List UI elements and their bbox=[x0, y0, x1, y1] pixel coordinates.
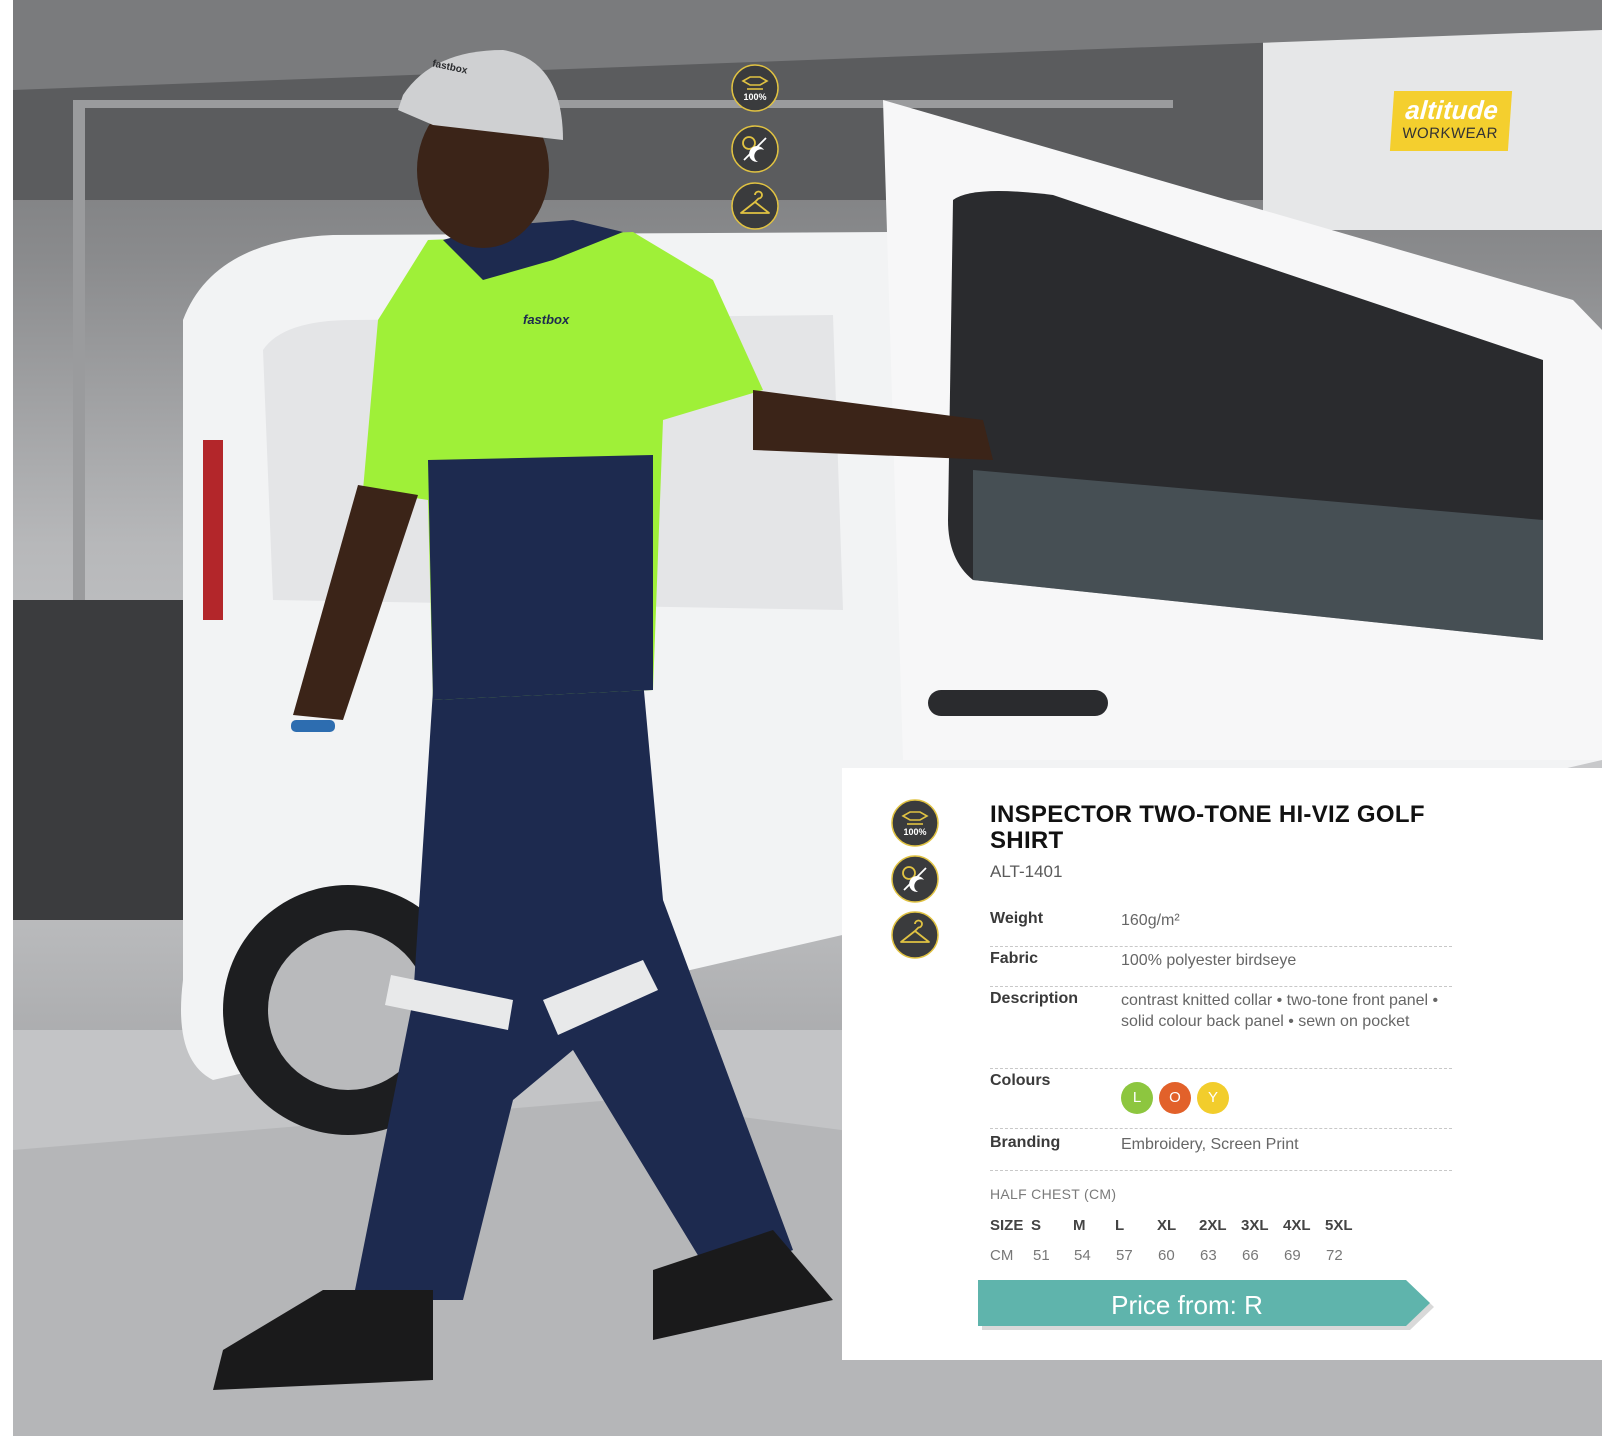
logo-wordmark: altitude bbox=[1404, 95, 1500, 125]
fabric-percent-label: 100% bbox=[903, 827, 927, 837]
wristband bbox=[291, 720, 335, 732]
fabric-percent-label: 100% bbox=[743, 92, 767, 102]
size-name: S bbox=[1031, 1217, 1042, 1234]
cm-label: CM bbox=[990, 1247, 1014, 1264]
spec-label: Weight bbox=[990, 910, 1044, 927]
sun-moon-icon bbox=[890, 854, 940, 904]
size-name: 2XL bbox=[1199, 1217, 1227, 1234]
product-spec-panel: 100% INSPECTOR TWO-TONE HI-VIZ GOLF SHIR… bbox=[842, 768, 1602, 1360]
colour-swatch-lime[interactable]: L bbox=[1121, 1082, 1153, 1114]
cm-value: 51 bbox=[1033, 1247, 1050, 1264]
size-name: 3XL bbox=[1241, 1217, 1269, 1234]
spec-label: Description bbox=[990, 990, 1079, 1007]
colour-swatch-yellow[interactable]: Y bbox=[1197, 1082, 1229, 1114]
cm-value: 72 bbox=[1326, 1247, 1343, 1264]
spec-value: Embroidery, Screen Print bbox=[1121, 1136, 1299, 1153]
size-name: M bbox=[1073, 1217, 1086, 1234]
spec-row-weight: Weight 160g/m² bbox=[990, 910, 1452, 947]
price-label: Price from: R bbox=[1111, 1290, 1263, 1320]
cm-value: 60 bbox=[1158, 1247, 1175, 1264]
product-title: INSPECTOR TWO-TONE HI-VIZ GOLF SHIRT bbox=[990, 801, 1425, 854]
drain-pipe-vertical bbox=[73, 100, 85, 600]
logo-subtitle: WORKWEAR bbox=[1401, 125, 1499, 142]
size-header-label: SIZE bbox=[990, 1217, 1024, 1234]
altitude-workwear-logo: altitude WORKWEAR bbox=[1389, 91, 1513, 151]
spec-label: Branding bbox=[990, 1134, 1061, 1151]
hanger-icon bbox=[730, 181, 780, 231]
colour-swatches: LOY bbox=[1121, 1082, 1235, 1114]
spec-row-description: Description contrast knitted collar • tw… bbox=[990, 990, 1452, 1069]
size-chart-caption: HALF CHEST (CM) bbox=[990, 1186, 1117, 1202]
size-name: L bbox=[1115, 1217, 1125, 1234]
van-tail-light bbox=[203, 440, 223, 620]
cm-value: 57 bbox=[1116, 1247, 1133, 1264]
product-code: ALT-1401 bbox=[990, 862, 1063, 881]
spec-value: 160g/m² bbox=[1121, 912, 1180, 929]
spec-value: contrast knitted collar • two-tone front… bbox=[1121, 992, 1439, 1030]
colour-swatch-orange[interactable]: O bbox=[1159, 1082, 1191, 1114]
cm-value: 54 bbox=[1074, 1247, 1091, 1264]
cm-value: 66 bbox=[1242, 1247, 1259, 1264]
sun-moon-icon bbox=[730, 124, 780, 174]
door-handle bbox=[928, 690, 1108, 716]
spec-value: 100% polyester birdseye bbox=[1121, 952, 1297, 969]
size-name: XL bbox=[1157, 1217, 1177, 1234]
photo-feature-icons: 100% bbox=[730, 63, 780, 235]
spec-row-colours: Colours LOY bbox=[990, 1072, 1452, 1129]
spec-row-fabric: Fabric 100% polyester birdseye bbox=[990, 950, 1452, 987]
hanger-icon bbox=[890, 910, 940, 960]
cm-value: 63 bbox=[1200, 1247, 1217, 1264]
spec-label: Colours bbox=[990, 1072, 1051, 1089]
cm-value: 69 bbox=[1284, 1247, 1301, 1264]
spec-label: Fabric bbox=[990, 950, 1039, 967]
shirt-navy-panel bbox=[428, 455, 653, 700]
spec-row-branding: Branding Embroidery, Screen Print bbox=[990, 1134, 1452, 1171]
size-name: 4XL bbox=[1283, 1217, 1311, 1234]
size-name: 5XL bbox=[1325, 1217, 1353, 1234]
fabric-100-percent-icon: 100% bbox=[730, 63, 780, 113]
drain-pipe bbox=[73, 100, 1173, 108]
price-button[interactable]: Price from: R bbox=[978, 1280, 1438, 1330]
fabric-100-percent-icon: 100% bbox=[890, 798, 940, 848]
shirt-logo: fastbox bbox=[523, 312, 570, 327]
